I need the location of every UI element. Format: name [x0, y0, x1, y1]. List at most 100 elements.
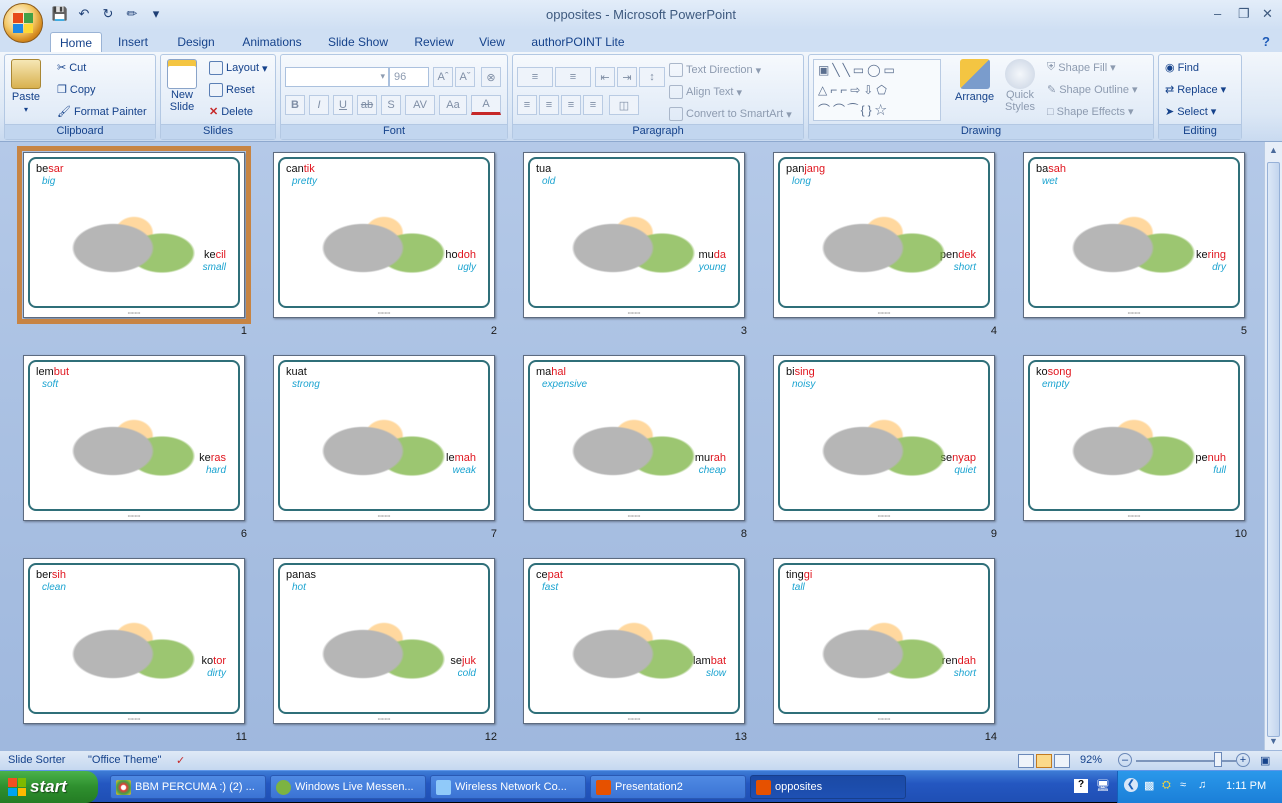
bullets-icon[interactable]: ≡ [517, 67, 553, 87]
scroll-up-icon[interactable]: ▲ [1269, 145, 1278, 155]
shield-icon[interactable]: ⛭ [1162, 779, 1171, 792]
shape-outline-button[interactable]: ✎ Shape Outline ▾ [1047, 83, 1137, 97]
shape-effects-button[interactable]: □ Shape Effects ▾ [1047, 105, 1133, 119]
volume-icon[interactable]: ♫ [1198, 779, 1206, 791]
shapes-gallery[interactable]: ▣╲╲▭◯▭ △⌐⌐⇨⇩⬠ ⌒⌒⁀{}☆ [813, 59, 941, 121]
align-center-icon[interactable]: ≡ [539, 95, 559, 115]
slide-thumbnail[interactable]: cepatfastlambatslow••••••••• [523, 558, 745, 724]
slide-thumbnail[interactable]: besar big kecil small ••••••••• [17, 146, 251, 324]
slide-thumbnail[interactable]: kuatstronglemahweak••••••••• [273, 355, 495, 521]
clock[interactable]: 1:11 PM [1226, 780, 1266, 792]
convert-smartart-button[interactable]: Convert to SmartArt ▾ [669, 107, 792, 121]
replace-button[interactable]: ⇄ Replace ▾ [1165, 83, 1226, 97]
slide-thumbnail[interactable]: bersih clean kotor dirty ••••••••• [23, 558, 245, 724]
font-size-select[interactable]: 96 [389, 67, 429, 87]
tab-review[interactable]: Review [408, 32, 460, 52]
align-right-icon[interactable]: ≡ [561, 95, 581, 115]
change-case-icon[interactable]: Aa [439, 95, 467, 115]
char-spacing-icon[interactable]: AV [405, 95, 435, 115]
format-painter-button[interactable]: 🖌 Format Painter [57, 105, 147, 119]
increase-indent-icon[interactable]: ⇥ [617, 67, 637, 87]
monitor-icon[interactable]: 🖥 [1096, 779, 1110, 792]
text-direction-button[interactable]: Text Direction ▾ [669, 63, 761, 77]
zoom-level[interactable]: 92% [1080, 754, 1102, 766]
italic-icon[interactable]: I [309, 95, 329, 115]
slide-thumbnail[interactable]: tua old muda young ••••••••• [523, 152, 745, 318]
grow-font-icon[interactable]: Aˆ [433, 67, 453, 87]
scrollbar-thumb[interactable] [1267, 162, 1280, 737]
task-wireless[interactable]: Wireless Network Co... [430, 775, 586, 799]
decrease-indent-icon[interactable]: ⇤ [595, 67, 615, 87]
task-presentation2[interactable]: Presentation2 [590, 775, 746, 799]
task-messenger[interactable]: Windows Live Messen... [270, 775, 426, 799]
wireless-tray-icon[interactable]: ≈ [1180, 779, 1186, 791]
minimize-icon[interactable]: – [1214, 6, 1221, 21]
task-bbm[interactable]: BBM PERCUMA :) (2) ... [110, 775, 266, 799]
slide-thumbnail[interactable]: cantikprettyhodohugly••••••••• [273, 152, 495, 318]
slide-thumbnail[interactable]: mahalexpensivemurahcheap••••••••• [523, 355, 745, 521]
bold-icon[interactable]: B [285, 95, 305, 115]
close-icon[interactable]: ✕ [1262, 6, 1273, 22]
slide-thumbnail[interactable]: kosongemptypenuhfull••••••••• [1023, 355, 1245, 521]
slide-thumbnail[interactable]: bisingnoisysenyapquiet••••••••• [773, 355, 995, 521]
help-tray-icon[interactable]: ? [1074, 779, 1088, 793]
zoom-in-icon[interactable]: + [1236, 753, 1250, 767]
vertical-scrollbar[interactable]: ▲ ▼ [1264, 142, 1282, 750]
tab-insert[interactable]: Insert [110, 32, 156, 52]
shape-fill-button[interactable]: ⛨ Shape Fill ▾ [1047, 61, 1116, 74]
zoom-slider-thumb[interactable] [1214, 752, 1222, 767]
slide-thumbnail[interactable]: panas hot sejuk cold ••••••••• [273, 558, 495, 724]
show-hidden-icon[interactable]: ❮ [1124, 778, 1138, 792]
justify-icon[interactable]: ≡ [583, 95, 603, 115]
slide-credit: ••••••••• [877, 513, 891, 518]
reset-button[interactable]: Reset [209, 83, 255, 97]
arrange-button[interactable]: Arrange [955, 59, 994, 103]
paste-button[interactable]: Paste ▾ [11, 59, 41, 114]
slides-caption: Slides [161, 124, 275, 139]
network-icon[interactable]: ▩ [1144, 779, 1154, 792]
clear-formatting-icon[interactable]: ⊗ [481, 67, 501, 87]
tab-design[interactable]: Design [170, 32, 222, 52]
align-left-icon[interactable]: ≡ [517, 95, 537, 115]
tab-authorpoint[interactable]: authorPOINT Lite [526, 32, 630, 52]
office-button[interactable] [3, 3, 43, 43]
align-text-button[interactable]: Align Text ▾ [669, 85, 742, 99]
copy-button[interactable]: ❐ Copy [57, 83, 96, 97]
slide-thumbnail[interactable]: tinggitallrendahshort••••••••• [773, 558, 995, 724]
find-button[interactable]: ◉ Find [1165, 61, 1199, 75]
tab-animations[interactable]: Animations [236, 32, 308, 52]
cut-button[interactable]: ✂ Cut [57, 61, 86, 75]
task-opposites[interactable]: opposites [750, 775, 906, 799]
fit-window-icon[interactable]: ▣ [1260, 754, 1270, 767]
spelling-icon[interactable]: ✓ [176, 754, 185, 767]
sorter-view-icon[interactable] [1036, 754, 1052, 768]
slideshow-view-icon[interactable] [1054, 754, 1070, 768]
start-button[interactable]: start [0, 771, 98, 803]
slide-thumbnail[interactable]: basahwetkeringdry••••••••• [1023, 152, 1245, 318]
font-name-select[interactable]: ▾ [285, 67, 389, 87]
tab-home[interactable]: Home [50, 32, 102, 52]
tab-view[interactable]: View [472, 32, 512, 52]
translation-left: fast [542, 582, 559, 593]
underline-icon[interactable]: U [333, 95, 353, 115]
numbering-icon[interactable]: ≡ [555, 67, 591, 87]
line-spacing-icon[interactable]: ↕ [639, 67, 665, 87]
new-slide-button[interactable]: New Slide [167, 59, 197, 113]
restore-icon[interactable]: ❐ [1238, 6, 1250, 22]
shrink-font-icon[interactable]: Aˇ [455, 67, 475, 87]
shadow-icon[interactable]: S [381, 95, 401, 115]
help-icon[interactable]: ? [1262, 34, 1270, 49]
columns-icon[interactable]: ◫ [609, 95, 639, 115]
quick-styles-button[interactable]: Quick Styles [1005, 59, 1035, 113]
select-button[interactable]: ➤ Select ▾ [1165, 105, 1216, 119]
tab-slide-show[interactable]: Slide Show [322, 32, 394, 52]
zoom-out-icon[interactable]: – [1118, 753, 1132, 767]
delete-button[interactable]: ✕ Delete [209, 105, 253, 119]
strikethrough-icon[interactable]: ab [357, 95, 377, 115]
font-color-icon[interactable]: A [471, 95, 501, 115]
slide-thumbnail[interactable]: panjanglongpendekshort••••••••• [773, 152, 995, 318]
normal-view-icon[interactable] [1018, 754, 1034, 768]
scroll-down-icon[interactable]: ▼ [1269, 736, 1278, 746]
layout-button[interactable]: Layout ▾ [209, 61, 268, 75]
slide-thumbnail[interactable]: lembut soft keras hard ••••••••• [23, 355, 245, 521]
